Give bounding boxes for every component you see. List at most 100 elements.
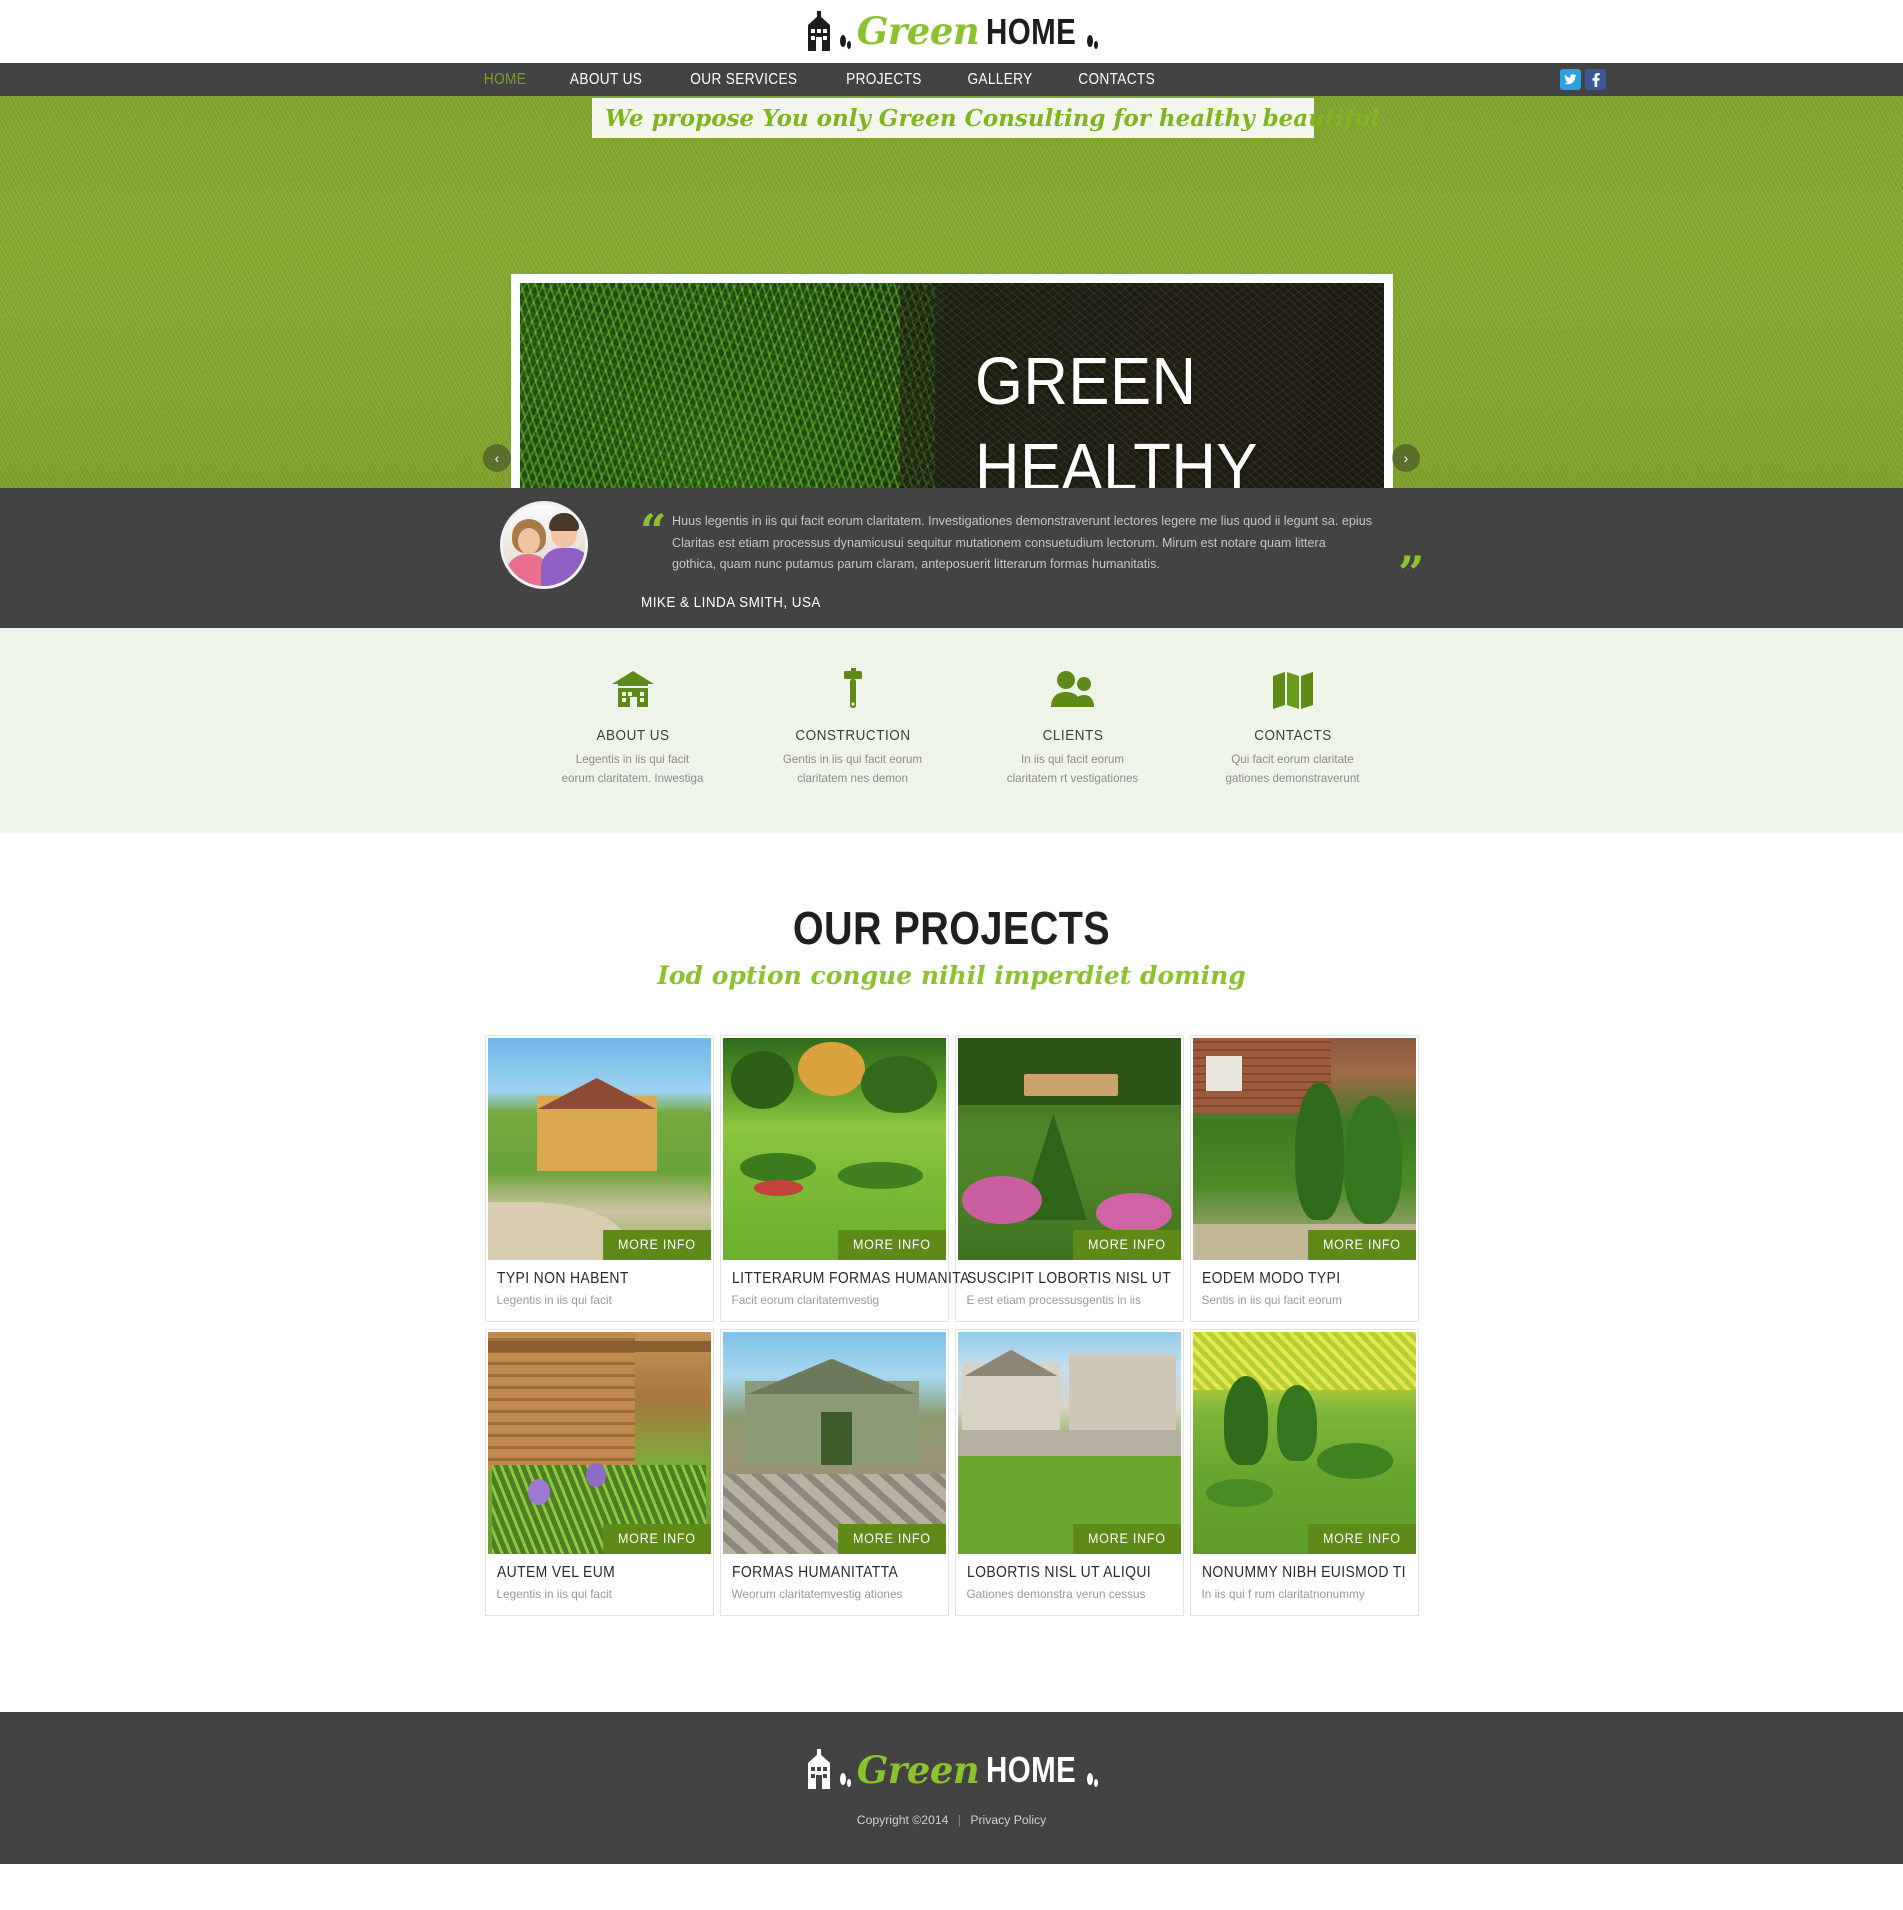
project-thumbnail: MORE INFO [722,1332,946,1554]
project-cell: MORE INFO LITTERARUM FORMAS HUMANITA Fac… [717,1035,969,1322]
small-tree-icon-footer [839,1773,851,1787]
nav-item-projects[interactable]: PROJECTS [830,63,937,96]
project-cell: MORE INFO EODEM MODO TYPI Sentis in iis … [1187,1035,1422,1322]
project-name: NONUMMY NIBH EUISMOD TI [1201,1564,1406,1581]
more-info-button[interactable]: MORE INFO [1307,1524,1416,1554]
main-navbar: HOME ABOUT US OUR SERVICES PROJECTS GALL… [0,63,1903,96]
more-info-button[interactable]: MORE INFO [1072,1230,1181,1260]
project-meta: TYPI NON HABENT Legentis in iis qui faci… [488,1260,711,1319]
project-cell: MORE INFO SUSCIPIT LOBORTIS NISL UT E es… [952,1035,1187,1322]
slider-prev-button[interactable]: ‹ [483,444,511,472]
footer-copyright-row: Copyright ©2014 | Privacy Policy [857,1813,1046,1827]
quote-close-icon: ” [1398,546,1425,600]
feature-clients[interactable]: CLIENTS In iis qui facit eorum claritate… [963,664,1183,833]
feature-desc-line2: eorum claritatem. Inwestiga [561,771,704,785]
projects-header: OUR PROJECTS Iod option congue nihil imp… [0,901,1903,990]
nav-item-contacts[interactable]: CONTACTS [1062,63,1171,96]
project-name: FORMAS HUMANITATTA [731,1564,898,1581]
more-info-button[interactable]: MORE INFO [837,1230,946,1260]
footer-logo[interactable]: Green HOME [802,1749,1102,1791]
slide-caption: GREEN HEALTHY BUILDING! Duis autem vel e… [975,339,1356,488]
feature-desc-line1: Gentis in iis qui facit eorum [782,753,923,766]
map-icon [1191,664,1395,716]
feature-about-us[interactable]: ABOUT US Legentis in iis qui facit eorum… [523,664,743,833]
hammer-icon [751,664,955,716]
more-info-button[interactable]: MORE INFO [1307,1230,1416,1260]
copyright-text: Copyright ©2014 [856,1813,949,1827]
more-info-button[interactable]: MORE INFO [602,1524,711,1554]
project-name: AUTEM VEL EUM [496,1564,615,1581]
project-card[interactable]: MORE INFO AUTEM VEL EUM Legentis in iis … [484,1329,714,1616]
projects-grid: MORE INFO TYPI NON HABENT Legentis in ii… [482,1035,1422,1616]
project-caption: Gationes demonstra verun cessus [966,1587,1146,1601]
project-name: TYPI NON HABENT [496,1270,629,1287]
project-card[interactable]: MORE INFO LITTERARUM FORMAS HUMANITA Fac… [719,1035,969,1322]
project-card[interactable]: MORE INFO LOBORTIS NISL UT ALIQUI Gation… [954,1329,1184,1616]
project-cell: MORE INFO AUTEM VEL EUM Legentis in iis … [482,1329,717,1616]
more-info-button[interactable]: MORE INFO [837,1524,946,1554]
project-meta: NONUMMY NIBH EUISMOD TI In iis qui f rum… [1193,1554,1416,1613]
project-card[interactable]: MORE INFO SUSCIPIT LOBORTIS NISL UT E es… [954,1035,1184,1322]
feature-desc-line1: In iis qui facit eorum [1020,753,1125,766]
footer-logo-word-home: HOME [986,1749,1077,1790]
nav-item-about-us[interactable]: ABOUT US [554,63,658,96]
nav-items: HOME ABOUT US OUR SERVICES PROJECTS GALL… [463,63,1178,96]
project-meta: EODEM MODO TYPI Sentis in iis qui facit … [1193,1260,1416,1319]
slide-frame: GREEN HEALTHY BUILDING! Duis autem vel e… [511,274,1393,488]
project-caption: Facit eorum claritatemvestig [731,1293,880,1307]
footer-logo-word-green: Green [856,1747,980,1792]
nav-item-our-services[interactable]: OUR SERVICES [675,63,814,96]
project-thumbnail: MORE INFO [722,1038,946,1260]
slide-title-line1: GREEN HEALTHY [975,344,1258,488]
project-cell: MORE INFO FORMAS HUMANITATTA Weorum clar… [717,1329,952,1616]
feature-construction[interactable]: CONSTRUCTION Gentis in iis qui facit eor… [743,664,963,833]
project-caption: Sentis in iis qui facit eorum [1201,1293,1342,1307]
project-meta: FORMAS HUMANITATTA Weorum claritatemvest… [723,1554,946,1613]
project-name: EODEM MODO TYPI [1201,1270,1340,1287]
project-card[interactable]: MORE INFO FORMAS HUMANITATTA Weorum clar… [719,1329,949,1616]
project-meta: LOBORTIS NISL UT ALIQUI Gationes demonst… [958,1554,1181,1613]
project-cell: MORE INFO LOBORTIS NISL UT ALIQUI Gation… [952,1329,1187,1616]
site-logo[interactable]: Green HOME [802,10,1102,53]
feature-desc-line1: Legentis in iis qui facit [575,753,690,766]
privacy-policy-link[interactable]: Privacy Policy [970,1813,1046,1827]
projects-subtitle: Iod option congue nihil imperdiet doming [657,961,1246,990]
project-thumbnail: MORE INFO [487,1332,711,1554]
project-caption: Weorum claritatemvestig ationes [731,1587,903,1601]
project-card[interactable]: MORE INFO TYPI NON HABENT Legentis in ii… [484,1035,714,1322]
small-tree-icon [839,34,851,49]
project-name: SUSCIPIT LOBORTIS NISL UT [966,1270,1171,1287]
project-caption: E est etiam processusgentis in iis [966,1293,1141,1307]
feature-title: ABOUT US [595,727,670,744]
hero-banner: We propose You only Green Consulting for… [592,98,1380,138]
twitter-icon[interactable] [1560,69,1581,90]
slide-image: GREEN HEALTHY BUILDING! Duis autem vel e… [520,283,1384,488]
slider-next-button[interactable]: › [1392,444,1420,472]
project-thumbnail: MORE INFO [957,1332,1181,1554]
more-info-button[interactable]: MORE INFO [602,1230,711,1260]
small-tree-icon-right [1087,34,1099,49]
project-caption: Legentis in iis qui facit [496,1587,612,1601]
logo-word-home: HOME [986,10,1077,52]
features-row: ABOUT US Legentis in iis qui facit eorum… [523,664,1403,833]
feature-contacts[interactable]: CONTACTS Qui facit eorum claritate gatio… [1183,664,1403,833]
project-thumbnail: MORE INFO [1192,1038,1416,1260]
hero-slider: We propose You only Green Consulting for… [0,96,1903,488]
feature-title: CLIENTS [1042,727,1103,744]
site-footer: Green HOME Copyright ©2014 | Privacy Pol… [0,1712,1903,1864]
project-card[interactable]: MORE INFO NONUMMY NIBH EUISMOD TI In iis… [1189,1329,1419,1616]
nav-item-home[interactable]: HOME [468,63,542,96]
more-info-button[interactable]: MORE INFO [1072,1524,1181,1554]
project-thumbnail: MORE INFO [1192,1332,1416,1554]
project-thumbnail: MORE INFO [957,1038,1181,1260]
project-cell: MORE INFO TYPI NON HABENT Legentis in ii… [482,1035,717,1322]
project-card[interactable]: MORE INFO EODEM MODO TYPI Sentis in iis … [1189,1035,1419,1322]
feature-desc-line2: claritatem nes demon [797,771,908,785]
project-meta: AUTEM VEL EUM Legentis in iis qui facit [488,1554,711,1613]
project-name: LOBORTIS NISL UT ALIQUI [966,1564,1151,1581]
nav-item-gallery[interactable]: GALLERY [951,63,1048,96]
facebook-icon[interactable] [1585,69,1606,90]
social-links [1560,69,1606,90]
project-meta: SUSCIPIT LOBORTIS NISL UT E est etiam pr… [958,1260,1181,1319]
feature-title: CONTACTS [1253,727,1332,744]
